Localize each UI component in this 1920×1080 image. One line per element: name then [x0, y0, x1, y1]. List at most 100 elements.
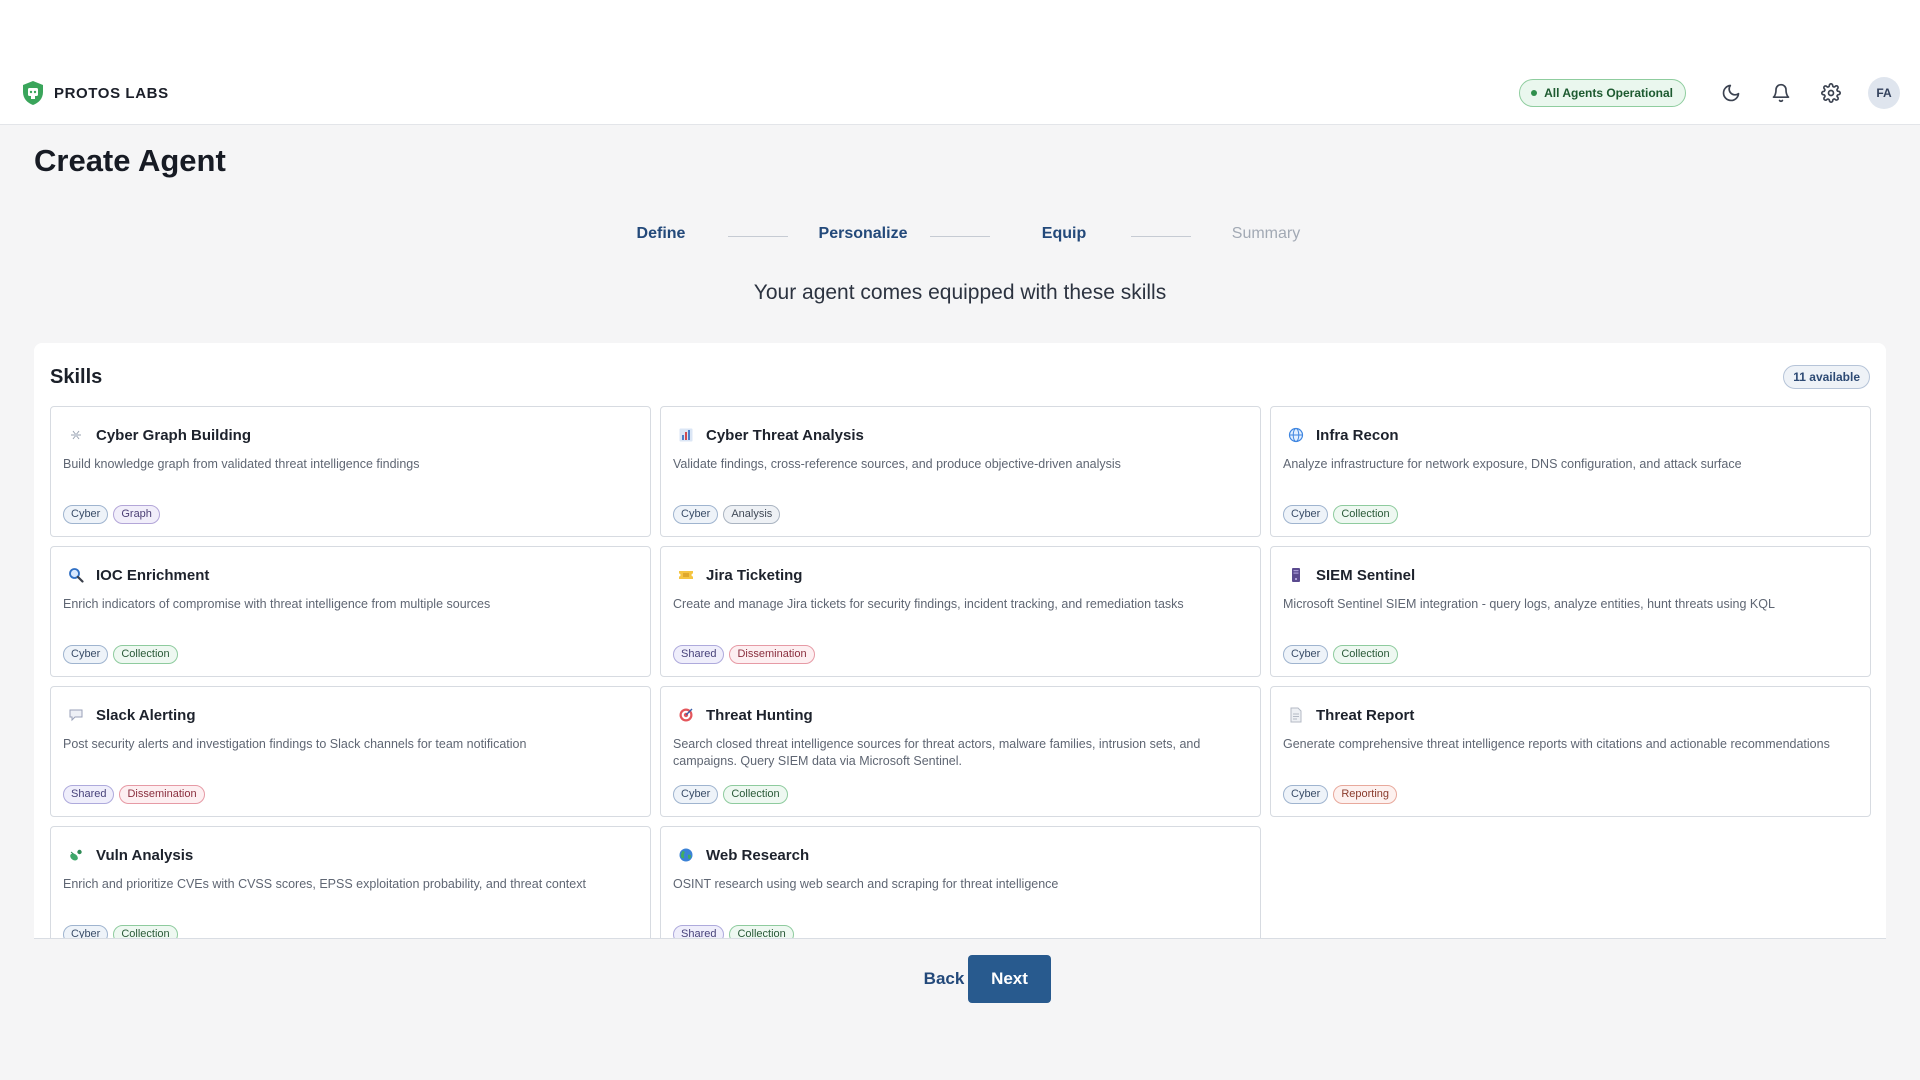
- user-avatar[interactable]: FA: [1868, 77, 1900, 109]
- skill-tag: Cyber: [63, 505, 109, 524]
- agents-status-badge[interactable]: All Agents Operational: [1519, 79, 1686, 107]
- skill-tag: Shared: [63, 785, 115, 804]
- skill-tag: Dissemination: [119, 785, 205, 804]
- wizard-stepper: Define Personalize Equip Summary: [0, 225, 1920, 249]
- skill-tags: Cyber Collection: [63, 645, 178, 664]
- skill-card-cyber-graph-building[interactable]: Cyber Graph Building Build knowledge grap…: [50, 406, 651, 537]
- status-text: All Agents Operational: [1544, 86, 1673, 100]
- step-equip[interactable]: Equip: [1042, 225, 1086, 243]
- skill-description: Build knowledge graph from validated thr…: [63, 457, 420, 471]
- step-summary: Summary: [1231, 225, 1301, 242]
- document-icon: [1287, 707, 1304, 724]
- skill-card-siem-sentinel[interactable]: SIEM Sentinel Microsoft Sentinel SIEM int…: [1270, 546, 1871, 677]
- skill-tags: Shared Dissemination: [673, 645, 815, 664]
- step-personalize[interactable]: Personalize: [819, 225, 908, 243]
- skill-name: Slack Alerting: [96, 706, 196, 724]
- skill-card-header: Threat Hunting: [673, 705, 1248, 725]
- header-actions: All Agents Operational FA: [1519, 73, 1900, 113]
- bug-icon: [67, 847, 84, 864]
- skill-tag: Cyber: [1283, 645, 1329, 664]
- step-connector: [930, 236, 990, 237]
- skill-tag: Cyber: [1283, 505, 1329, 524]
- skill-card-header: Vuln Analysis: [63, 845, 638, 865]
- skill-card-header: IOC Enrichment: [63, 565, 638, 585]
- skill-description: Search closed threat intelligence source…: [673, 737, 1201, 768]
- magnifier-icon: [67, 567, 84, 584]
- skill-tag: Cyber: [63, 925, 109, 938]
- page-title: Create Agent: [34, 143, 226, 178]
- skill-card-header: SIEM Sentinel: [1283, 565, 1858, 585]
- graph-network-icon: [67, 427, 84, 444]
- skill-tags: Cyber Collection: [1283, 645, 1398, 664]
- skill-tag: Dissemination: [729, 645, 815, 664]
- skill-description: Enrich indicators of compromise with thr…: [63, 597, 491, 611]
- skill-tag: Collection: [113, 645, 178, 664]
- skill-tag: Collection: [1333, 505, 1398, 524]
- skill-card-threat-hunting[interactable]: Threat Hunting Search closed threat intel…: [660, 686, 1261, 817]
- status-dot-icon: [1531, 90, 1538, 96]
- brand[interactable]: PROTOS LABS: [20, 80, 169, 106]
- available-count-badge: 11 available: [1783, 365, 1870, 389]
- skills-panel: Skills 11 available Cyber Graph Building…: [34, 343, 1886, 938]
- skill-card-header: Threat Report: [1283, 705, 1858, 725]
- skill-tag: Shared: [673, 925, 725, 938]
- brand-name: PROTOS LABS: [54, 84, 169, 102]
- skill-tags: Cyber Collection: [63, 925, 178, 938]
- skill-name: Vuln Analysis: [96, 846, 194, 864]
- step-connector: [728, 236, 788, 237]
- skill-card-header: Jira Ticketing: [673, 565, 1248, 585]
- skill-card-header: Slack Alerting: [63, 705, 638, 725]
- skill-card-jira-ticketing[interactable]: Jira Ticketing Create and manage Jira tic…: [660, 546, 1261, 677]
- skill-tags: Cyber Graph: [63, 505, 160, 524]
- theme-toggle-button[interactable]: [1706, 73, 1756, 113]
- skill-description: Analyze infrastructure for network expos…: [1283, 457, 1742, 471]
- skill-description: OSINT research using web search and scra…: [673, 877, 1059, 891]
- skill-name: Threat Hunting: [706, 706, 813, 724]
- app-header: PROTOS LABS All Agents Operational FA: [0, 62, 1920, 125]
- server-icon: [1287, 567, 1304, 584]
- wizard-footer: Back Next: [34, 938, 1886, 1018]
- skill-tag: Cyber: [673, 785, 719, 804]
- skill-description: Microsoft Sentinel SIEM integration - qu…: [1283, 597, 1775, 611]
- top-strip: [0, 0, 1920, 62]
- skill-card-header: Infra Recon: [1283, 425, 1858, 445]
- skills-grid: Cyber Graph Building Build knowledge grap…: [50, 406, 1871, 938]
- shield-logo-icon: [23, 81, 43, 105]
- skill-name: Jira Ticketing: [706, 566, 803, 584]
- skill-description: Post security alerts and investigation f…: [63, 737, 527, 751]
- skill-card-cyber-threat-analysis[interactable]: Cyber Threat Analysis Validate findings, …: [660, 406, 1261, 537]
- skill-card-vuln-analysis[interactable]: Vuln Analysis Enrich and prioritize CVEs …: [50, 826, 651, 938]
- skill-tag: Graph: [113, 505, 160, 524]
- skill-card-threat-report[interactable]: Threat Report Generate comprehensive thre…: [1270, 686, 1871, 817]
- gear-icon: [1821, 83, 1841, 103]
- skill-tags: Cyber Reporting: [1283, 785, 1398, 804]
- earth-icon: [677, 847, 694, 864]
- skill-tags: Cyber Collection: [1283, 505, 1398, 524]
- skill-tag: Reporting: [1333, 785, 1398, 804]
- settings-button[interactable]: [1806, 73, 1856, 113]
- skill-tag: Cyber: [673, 505, 719, 524]
- skill-description: Enrich and prioritize CVEs with CVSS sco…: [63, 877, 586, 891]
- skills-title: Skills: [50, 365, 103, 388]
- skill-tags: Shared Collection: [673, 925, 794, 938]
- ticket-icon: [677, 567, 694, 584]
- skill-tag: Shared: [673, 645, 725, 664]
- page-subtitle: Your agent comes equipped with these ski…: [753, 281, 1167, 304]
- notifications-button[interactable]: [1756, 73, 1806, 113]
- skill-card-ioc-enrichment[interactable]: IOC Enrichment Enrich indicators of compr…: [50, 546, 651, 677]
- skill-tag: Cyber: [63, 645, 109, 664]
- skill-card-web-research[interactable]: Web Research OSINT research using web sea…: [660, 826, 1261, 938]
- skill-card-header: Cyber Threat Analysis: [673, 425, 1248, 445]
- skill-name: IOC Enrichment: [96, 566, 210, 584]
- skills-panel-header: Skills 11 available: [50, 365, 1870, 389]
- skill-card-infra-recon[interactable]: Infra Recon Analyze infrastructure for ne…: [1270, 406, 1871, 537]
- step-define[interactable]: Define: [637, 225, 686, 243]
- skill-tags: Cyber Analysis: [673, 505, 781, 524]
- speech-bubble-icon: [67, 707, 84, 724]
- skill-name: Web Research: [706, 846, 810, 864]
- globe-icon: [1287, 427, 1304, 444]
- skill-card-slack-alerting[interactable]: Slack Alerting Post security alerts and i…: [50, 686, 651, 817]
- next-button[interactable]: Next: [968, 955, 1051, 1003]
- skill-tag: Analysis: [723, 505, 781, 524]
- skill-tag: Collection: [1333, 645, 1398, 664]
